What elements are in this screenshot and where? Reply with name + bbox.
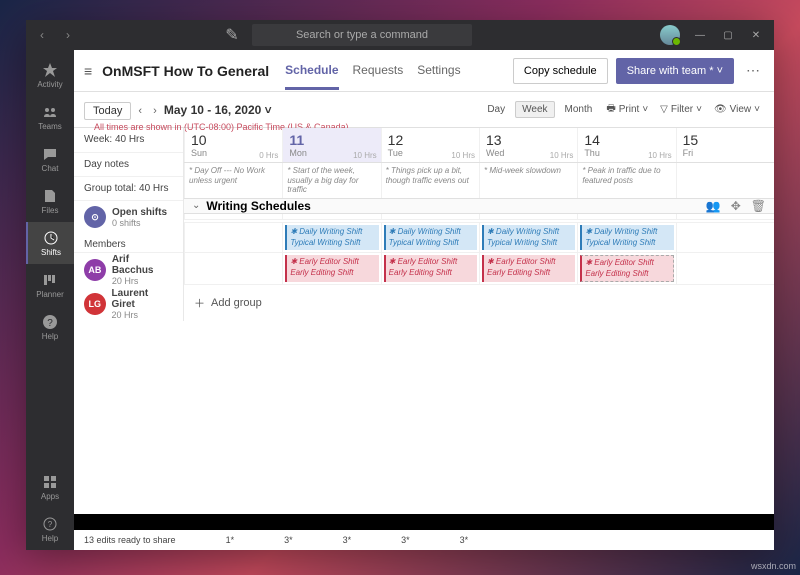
avatar: LG	[84, 293, 106, 315]
view-month[interactable]: Month	[559, 102, 599, 117]
compose-icon[interactable]: ✎	[220, 23, 244, 47]
shift-block[interactable]: ✱ Early Editor ShiftEarly Editing Shift	[384, 255, 477, 282]
rail-help[interactable]: ?Help	[26, 306, 74, 348]
people-icon[interactable]: 👥	[706, 199, 721, 213]
hamburger-icon[interactable]: ≡	[84, 63, 92, 79]
rail-chat[interactable]: Chat	[26, 138, 74, 180]
day-note[interactable]: * Start of the week, usually a big day f…	[282, 163, 380, 198]
more-icon[interactable]: ⋯	[742, 62, 764, 79]
shift-block[interactable]: ✱ Early Editor ShiftEarly Editing Shift	[482, 255, 575, 282]
view-day[interactable]: Day	[481, 102, 511, 117]
tab-schedule[interactable]: Schedule	[285, 53, 338, 90]
view-options-button[interactable]: 👁 View ˅	[710, 102, 764, 117]
member-arif[interactable]: AB Arif Bacchus20 Hrs	[74, 253, 183, 287]
maximize-button[interactable]: ▢	[714, 20, 742, 50]
chevron-down-icon: ⌄	[192, 200, 200, 211]
day-column[interactable]: 13Wed10 Hrs	[479, 128, 577, 162]
day-notes-label: Day notes	[74, 153, 183, 177]
user-avatar[interactable]	[660, 25, 680, 45]
member-laurent[interactable]: LG Laurent Giret20 Hrs	[74, 287, 183, 321]
day-note[interactable]	[676, 163, 774, 198]
page-title: OnMSFT How To General	[102, 63, 269, 79]
day-column[interactable]: 10Sun0 Hrs	[184, 128, 282, 162]
rail-help2[interactable]: ?Help	[26, 508, 74, 550]
tab-requests[interactable]: Requests	[353, 53, 404, 89]
avatar: AB	[84, 259, 106, 281]
rail-files[interactable]: Files	[26, 180, 74, 222]
day-column[interactable]: 11Mon10 Hrs	[282, 128, 380, 162]
titlebar: ‹ › ✎ Search or type a command — ▢ ✕	[26, 20, 774, 50]
week-hours: Week: 40 Hrs	[74, 128, 183, 153]
tab-settings[interactable]: Settings	[417, 53, 460, 89]
app-rail: Activity Teams Chat Files Shifts Planner…	[26, 50, 74, 550]
svg-text:?: ?	[47, 318, 53, 329]
plus-icon: ＋	[194, 295, 205, 311]
app-window: ‹ › ✎ Search or type a command — ▢ ✕ Act…	[26, 20, 774, 550]
rail-activity[interactable]: Activity	[26, 54, 74, 96]
search-input[interactable]: Search or type a command	[252, 24, 472, 46]
print-button[interactable]: 🖶 Print ˅	[602, 99, 652, 120]
day-column[interactable]: 14Thu10 Hrs	[577, 128, 675, 162]
gap	[74, 514, 774, 530]
date-toolbar: Today ‹ › May 10 - 16, 2020 ˅ All times …	[74, 92, 774, 128]
view-week[interactable]: Week	[515, 101, 554, 118]
add-group-button[interactable]: ＋Add group	[184, 285, 774, 321]
move-icon[interactable]: ✥	[731, 199, 741, 213]
side-panel: Week: 40 Hrs Day notes Group total: 40 H…	[74, 128, 184, 321]
status-bar: 13 edits ready to share 1* 3* 3* 3* 3*	[74, 530, 774, 550]
page-header: ≡ OnMSFT How To General Schedule Request…	[74, 50, 774, 92]
watermark: wsxdn.com	[751, 561, 796, 571]
today-button[interactable]: Today	[84, 102, 131, 120]
day-column[interactable]: 15Fri	[676, 128, 774, 162]
delete-icon[interactable]: 🗑	[751, 199, 766, 213]
minimize-button[interactable]: —	[686, 20, 714, 50]
members-label: Members	[74, 233, 183, 253]
rail-shifts[interactable]: Shifts	[26, 222, 74, 264]
shift-block[interactable]: ✱ Daily Writing ShiftTypical Writing Shi…	[384, 225, 477, 250]
shift-block[interactable]: ✱ Daily Writing ShiftTypical Writing Shi…	[285, 225, 378, 250]
prev-week-button[interactable]: ‹	[134, 103, 146, 119]
open-shifts-row[interactable]: ⊙ Open shifts0 shifts	[74, 201, 183, 233]
day-note[interactable]: * Things pick up a bit, though traffic e…	[381, 163, 479, 198]
nav-back[interactable]: ‹	[30, 23, 54, 47]
close-button[interactable]: ✕	[742, 20, 770, 50]
open-shifts-icon: ⊙	[84, 206, 106, 228]
rail-teams[interactable]: Teams	[26, 96, 74, 138]
next-week-button[interactable]: ›	[149, 103, 161, 119]
nav-forward[interactable]: ›	[56, 23, 80, 47]
date-range[interactable]: May 10 - 16, 2020 ˅	[164, 103, 272, 117]
day-column[interactable]: 12Tue10 Hrs	[381, 128, 479, 162]
schedule-group-header[interactable]: ⌄ Writing Schedules 👥 ✥ 🗑	[184, 199, 774, 214]
edits-status: 13 edits ready to share	[84, 535, 176, 545]
rail-planner[interactable]: Planner	[26, 264, 74, 306]
day-note[interactable]: * Mid-week slowdown	[479, 163, 577, 198]
shift-block[interactable]: ✱ Daily Writing ShiftTypical Writing Shi…	[482, 225, 575, 250]
day-note[interactable]: * Peak in traffic due to featured posts	[577, 163, 675, 198]
rail-apps[interactable]: Apps	[26, 466, 74, 508]
day-note[interactable]: * Day Off --- No Work unless urgent	[184, 163, 282, 198]
copy-schedule-button[interactable]: Copy schedule	[513, 58, 608, 84]
filter-button[interactable]: ▽ Filter ˅	[656, 102, 706, 117]
svg-text:?: ?	[48, 520, 53, 529]
shift-block[interactable]: ✱ Early Editor ShiftEarly Editing Shift	[285, 255, 378, 282]
shift-block[interactable]: ✱ Daily Writing ShiftTypical Writing Shi…	[580, 225, 673, 250]
group-total: Group total: 40 Hrs	[74, 177, 183, 201]
shift-block[interactable]: ✱ Early Editor ShiftEarly Editing Shift	[580, 255, 673, 282]
share-with-team-button[interactable]: Share with team * ˅	[616, 58, 734, 84]
